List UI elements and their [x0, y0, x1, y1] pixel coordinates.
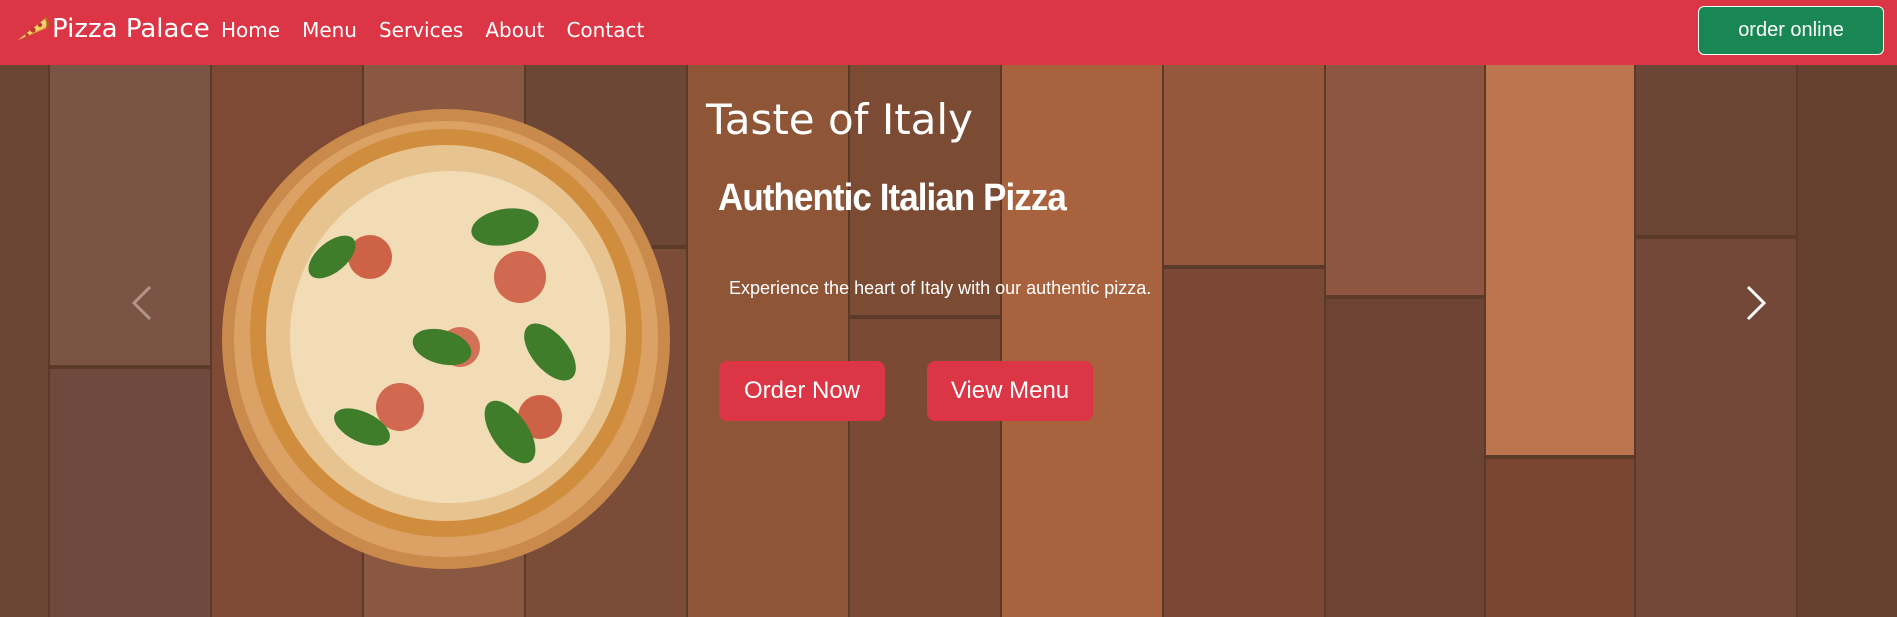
pizza-image	[222, 109, 670, 569]
hero-tagline: Taste of Italy	[706, 95, 973, 144]
carousel-next-button[interactable]	[1736, 275, 1776, 335]
nav-home[interactable]: Home	[221, 18, 280, 42]
nav-about[interactable]: About	[485, 18, 544, 42]
hero-carousel: Taste of Italy Authentic Italian Pizza E…	[0, 65, 1897, 617]
nav-contact[interactable]: Contact	[566, 18, 644, 42]
chevron-left-icon	[130, 283, 154, 327]
hero-subtext: Experience the heart of Italy with our a…	[729, 278, 1152, 298]
nav-links: Home Menu Services About Contact	[221, 18, 666, 42]
pizza-slice-icon	[16, 14, 50, 44]
hero-headline: Authentic Italian Pizza	[718, 177, 1067, 219]
order-now-button[interactable]: Order Now	[719, 361, 885, 421]
carousel-prev-button[interactable]	[122, 275, 162, 335]
brand-name: Pizza Palace	[52, 14, 210, 44]
order-online-button[interactable]: order online	[1698, 6, 1884, 55]
brand-link[interactable]: Pizza Palace	[16, 14, 210, 44]
nav-menu[interactable]: Menu	[302, 18, 357, 42]
chevron-right-icon	[1744, 283, 1768, 327]
nav-services[interactable]: Services	[379, 18, 463, 42]
view-menu-button[interactable]: View Menu	[927, 361, 1093, 421]
navbar: Pizza Palace Home Menu Services About Co…	[0, 0, 1897, 65]
